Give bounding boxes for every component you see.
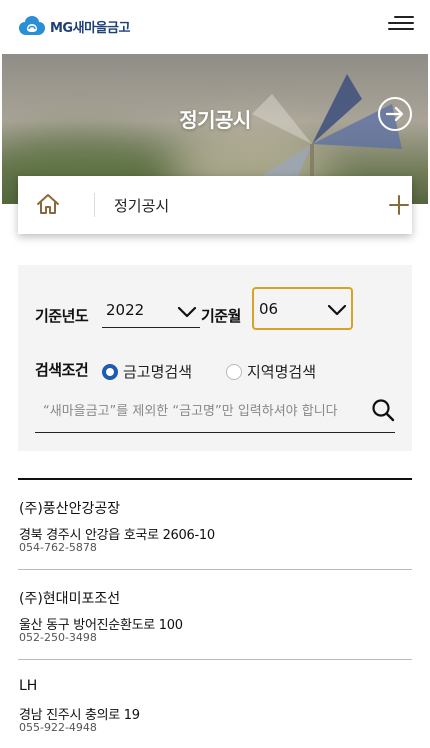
breadcrumb-divider: [94, 193, 95, 217]
arrow-right-icon: [386, 107, 404, 121]
item-name: (주)풍산안강공장: [19, 501, 121, 517]
list-item[interactable]: (주)풍산안강공장 경북 경주시 안강읍 호국로 2606-10 054-762…: [18, 480, 412, 570]
home-button[interactable]: [36, 193, 60, 219]
mg-logo[interactable]: MG새마을금고: [18, 14, 130, 38]
logo-text: MG새마을금고: [50, 20, 130, 36]
list-item[interactable]: LH 경남 진주시 충의로 19 055-922-4948: [18, 660, 412, 748]
radio-region-search-label: 지역명검색: [247, 363, 317, 381]
chevron-down-icon: [178, 307, 196, 318]
month-select[interactable]: 06: [252, 287, 353, 330]
breadcrumb: 정기공시: [18, 176, 412, 234]
list-item[interactable]: (주)현대미포조선 울산 동구 방어진순환도로 100 052-250-3498: [18, 570, 412, 660]
year-label: 기준년도: [35, 307, 89, 325]
top-header: MG새마을금고: [0, 0, 430, 54]
item-phone: 054-762-5878: [19, 541, 97, 554]
radio-unselected-icon: [226, 363, 242, 380]
expand-button[interactable]: [388, 194, 410, 220]
radio-region-search[interactable]: 지역명검색: [226, 361, 316, 382]
item-phone: 055-922-4948: [19, 721, 97, 734]
item-name: LH: [19, 678, 38, 694]
item-phone: 052-250-3498: [19, 631, 97, 644]
item-name: (주)현대미포조선: [19, 591, 121, 607]
search-button[interactable]: [371, 398, 395, 426]
magnifier-icon: [372, 399, 395, 422]
next-page-button[interactable]: [378, 97, 412, 131]
radio-name-search[interactable]: 금고명검색: [102, 361, 192, 382]
mg-logo-icon: [19, 16, 45, 35]
year-value: 2022: [106, 301, 145, 319]
breadcrumb-current: 정기공시: [114, 197, 170, 215]
menu-button[interactable]: [388, 16, 414, 36]
search-box: [35, 393, 395, 433]
chevron-down-icon: [328, 305, 346, 316]
results-list: (주)풍산안강공장 경북 경주시 안강읍 호국로 2606-10 054-762…: [18, 478, 412, 748]
search-input[interactable]: [43, 399, 361, 423]
month-value: 06: [259, 300, 279, 318]
radio-name-search-label: 금고명검색: [123, 363, 193, 381]
home-icon: [37, 194, 59, 214]
radio-selected-icon: [102, 363, 118, 380]
search-panel: 기준년도 2022 기준월 06 검색조건 금고명검색 지역명검색: [18, 265, 412, 451]
hamburger-icon: [394, 16, 414, 18]
plus-icon: [389, 195, 409, 215]
condition-label: 검색조건: [35, 361, 89, 379]
page-title: 정기공시: [179, 108, 251, 132]
year-select[interactable]: 2022: [102, 295, 200, 328]
month-label: 기준월: [201, 307, 241, 325]
